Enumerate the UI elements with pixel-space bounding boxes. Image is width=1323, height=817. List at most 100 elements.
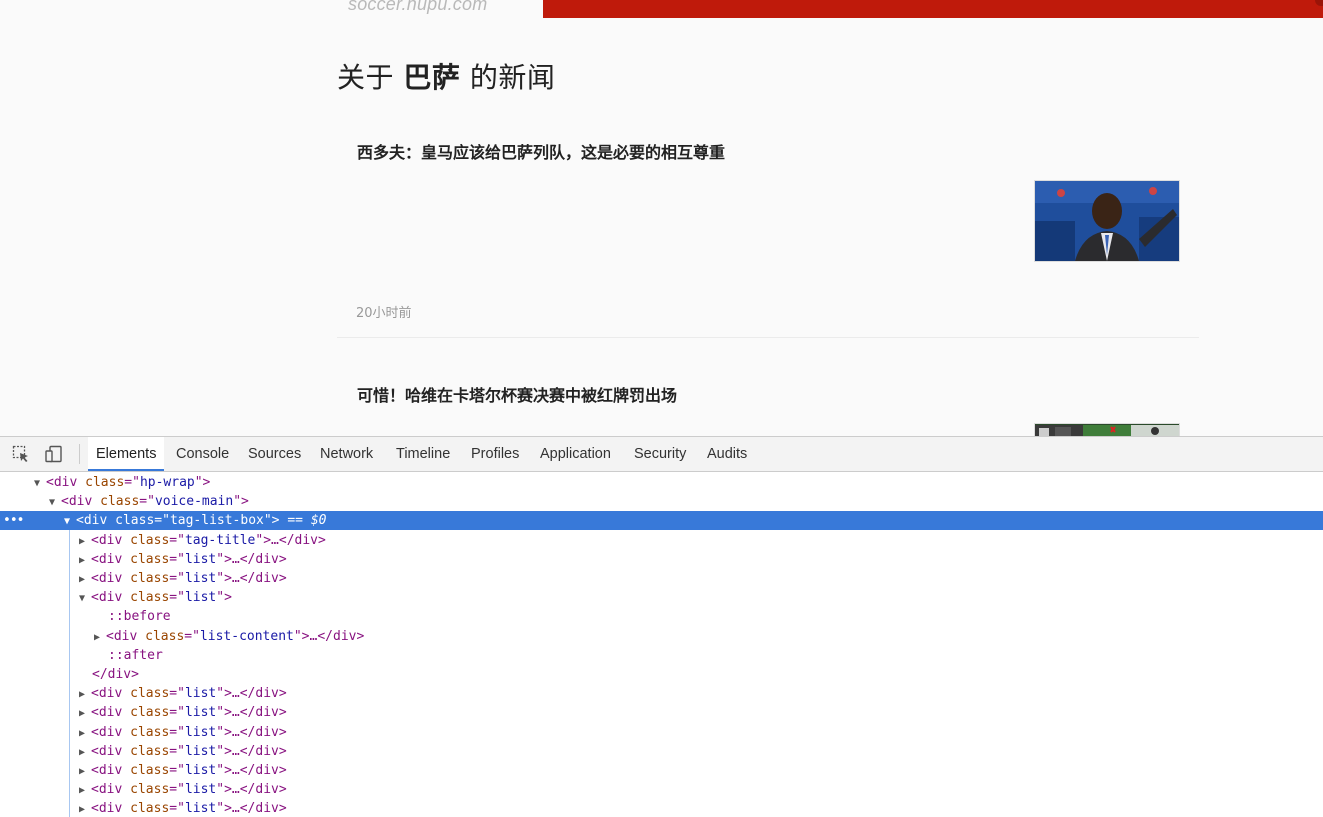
expand-triangle-right-icon[interactable]: ▶ bbox=[79, 551, 91, 570]
tag-bracket: "> bbox=[216, 590, 232, 606]
tag-bracket: < bbox=[91, 590, 99, 606]
expand-triangle-right-icon[interactable]: ▶ bbox=[94, 628, 106, 647]
dom-node[interactable]: ▼ <div class="hp-wrap"> bbox=[0, 473, 1323, 492]
expand-triangle-down-icon[interactable]: ▼ bbox=[64, 512, 76, 531]
expand-triangle-right-icon[interactable]: ▶ bbox=[79, 532, 91, 551]
collapsed-ellipsis: … bbox=[231, 782, 240, 798]
attr-value: list bbox=[184, 571, 217, 586]
closing-tag: </div> bbox=[317, 628, 365, 644]
attr-quote: =" bbox=[169, 705, 185, 721]
tag-bracket: "> bbox=[216, 686, 232, 702]
attr-quote: =" bbox=[169, 743, 185, 759]
attr-name: class bbox=[130, 705, 170, 721]
attr-value: list bbox=[184, 724, 217, 740]
expand-triangle-right-icon[interactable]: ▶ bbox=[79, 704, 91, 723]
news-thumbnail[interactable] bbox=[1034, 180, 1180, 262]
tab-audits[interactable]: Audits bbox=[699, 437, 755, 471]
dom-node[interactable]: ▶ <div class="list">…</div> bbox=[0, 761, 1323, 780]
expand-triangle-down-icon[interactable]: ▼ bbox=[79, 589, 91, 608]
dom-node[interactable]: ::before bbox=[0, 607, 1323, 626]
dom-node-selected[interactable]: ▼ <div class="tag-list-box"> == $0 ••• bbox=[0, 511, 1323, 531]
closing-tag: </div> bbox=[239, 686, 287, 702]
expand-triangle-right-icon[interactable]: ▶ bbox=[79, 781, 91, 800]
inspect-element-icon[interactable] bbox=[12, 445, 30, 463]
tag-bracket: < bbox=[91, 724, 99, 740]
expand-triangle-right-icon[interactable]: ▶ bbox=[79, 743, 91, 762]
dom-node-markup: ▶ <div class="list">…</div> bbox=[79, 780, 287, 800]
attr-name: class bbox=[115, 513, 155, 529]
tab-security[interactable]: Security bbox=[626, 437, 694, 471]
dom-node[interactable]: ::after bbox=[0, 646, 1323, 665]
tab-timeline[interactable]: Timeline bbox=[388, 437, 458, 471]
dom-node[interactable]: ▶ <div class="list">…</div> bbox=[0, 703, 1323, 722]
dom-node-markup: ▶ <div class="list-content">…</div> bbox=[94, 627, 364, 647]
tag-bracket: < bbox=[91, 532, 99, 548]
attr-quote: =" bbox=[169, 551, 185, 567]
attr-value: list bbox=[184, 782, 217, 798]
attr-name: class bbox=[130, 743, 170, 759]
tab-elements[interactable]: Elements bbox=[88, 437, 165, 471]
dom-node[interactable]: ▶ <div class="list">…</div> bbox=[0, 780, 1323, 799]
tag-bracket: "> bbox=[194, 475, 211, 490]
expand-triangle-down-icon[interactable]: ▼ bbox=[34, 474, 46, 493]
dom-node[interactable]: ▶ <div class="list">…</div> bbox=[0, 550, 1323, 569]
device-mode-icon[interactable] bbox=[45, 445, 63, 463]
tag-name: div bbox=[53, 475, 78, 490]
expand-triangle-right-icon[interactable]: ▶ bbox=[79, 685, 91, 704]
news-title-link[interactable]: 可惜！哈维在卡塔尔杯赛决赛中被红牌罚出场 bbox=[357, 382, 677, 406]
tag-name: div bbox=[68, 494, 93, 510]
dom-node[interactable]: ▶ <div class="tag-title">…</div> bbox=[0, 531, 1323, 550]
dom-node[interactable]: ▶ <div class="list">…</div> bbox=[0, 569, 1323, 588]
dom-node[interactable]: ▶ <div class="list">…</div> bbox=[0, 684, 1323, 703]
dom-node[interactable]: ▼ <div class="voice-main"> bbox=[0, 492, 1323, 511]
dom-node[interactable]: </div> bbox=[0, 665, 1323, 684]
expand-triangle-right-icon[interactable]: ▶ bbox=[79, 724, 91, 743]
news-title-link[interactable]: 西多夫：皇马应该给巴萨列队，这是必要的相互尊重 bbox=[357, 139, 725, 163]
tab-network[interactable]: Network bbox=[312, 437, 381, 471]
dom-node[interactable]: ▶ <div class="list-content">…</div> bbox=[0, 627, 1323, 646]
tag-bracket: < bbox=[91, 801, 99, 817]
expand-triangle-right-icon[interactable]: ▶ bbox=[79, 762, 91, 781]
tab-profiles[interactable]: Profiles bbox=[463, 437, 527, 471]
attr-name: class bbox=[130, 571, 170, 586]
toolbar-separator bbox=[79, 444, 80, 464]
tag-name: div bbox=[98, 763, 123, 778]
dom-node-markup: ▶ <div class="tag-title">…</div> bbox=[79, 531, 326, 551]
tab-console[interactable]: Console bbox=[168, 437, 237, 471]
attr-name: class bbox=[100, 494, 140, 510]
attr-quote: =" bbox=[169, 590, 185, 606]
tag-bracket: < bbox=[106, 628, 114, 644]
tag-bracket: < bbox=[91, 571, 99, 586]
collapsed-ellipsis: … bbox=[231, 705, 240, 721]
tag-name: div bbox=[113, 628, 138, 644]
tag-bracket: < bbox=[91, 705, 99, 721]
expand-triangle-right-icon[interactable]: ▶ bbox=[79, 570, 91, 589]
tab-sources[interactable]: Sources bbox=[240, 437, 309, 471]
collapsed-ellipsis: … bbox=[231, 801, 240, 817]
expand-triangle-down-icon[interactable]: ▼ bbox=[49, 493, 61, 512]
node-actions-ellipsis-icon[interactable]: ••• bbox=[3, 511, 25, 530]
tab-application[interactable]: Application bbox=[532, 437, 619, 471]
expand-triangle-right-icon[interactable]: ▶ bbox=[79, 800, 91, 817]
attr-name: class bbox=[130, 590, 170, 606]
tag-bracket: "> bbox=[216, 571, 232, 586]
attr-quote: =" bbox=[169, 801, 185, 817]
collapsed-ellipsis: … bbox=[231, 724, 240, 740]
news-thumbnail[interactable] bbox=[1034, 423, 1180, 436]
tag-name[interactable]: 巴萨 bbox=[403, 61, 460, 94]
dom-node[interactable]: ▼ <div class="list"> bbox=[0, 588, 1323, 607]
attr-value: list bbox=[184, 705, 217, 721]
dom-node[interactable]: ▶ <div class="list">…</div> bbox=[0, 742, 1323, 761]
dom-node[interactable]: ▶ <div class="list">…</div> bbox=[0, 799, 1323, 817]
dom-node-markup: ▶ <div class="list">…</div> bbox=[79, 569, 287, 589]
dom-node[interactable]: ▶ <div class="list">…</div> bbox=[0, 723, 1323, 742]
news-divider bbox=[337, 337, 1199, 338]
tag-title: 关于 巴萨 的新闻 bbox=[337, 56, 555, 96]
tag-bracket: < bbox=[61, 494, 69, 510]
attr-value: list-content bbox=[199, 628, 294, 644]
site-logo[interactable]: soccer.hupu.com bbox=[348, 0, 487, 15]
collapsed-ellipsis: … bbox=[231, 551, 240, 567]
